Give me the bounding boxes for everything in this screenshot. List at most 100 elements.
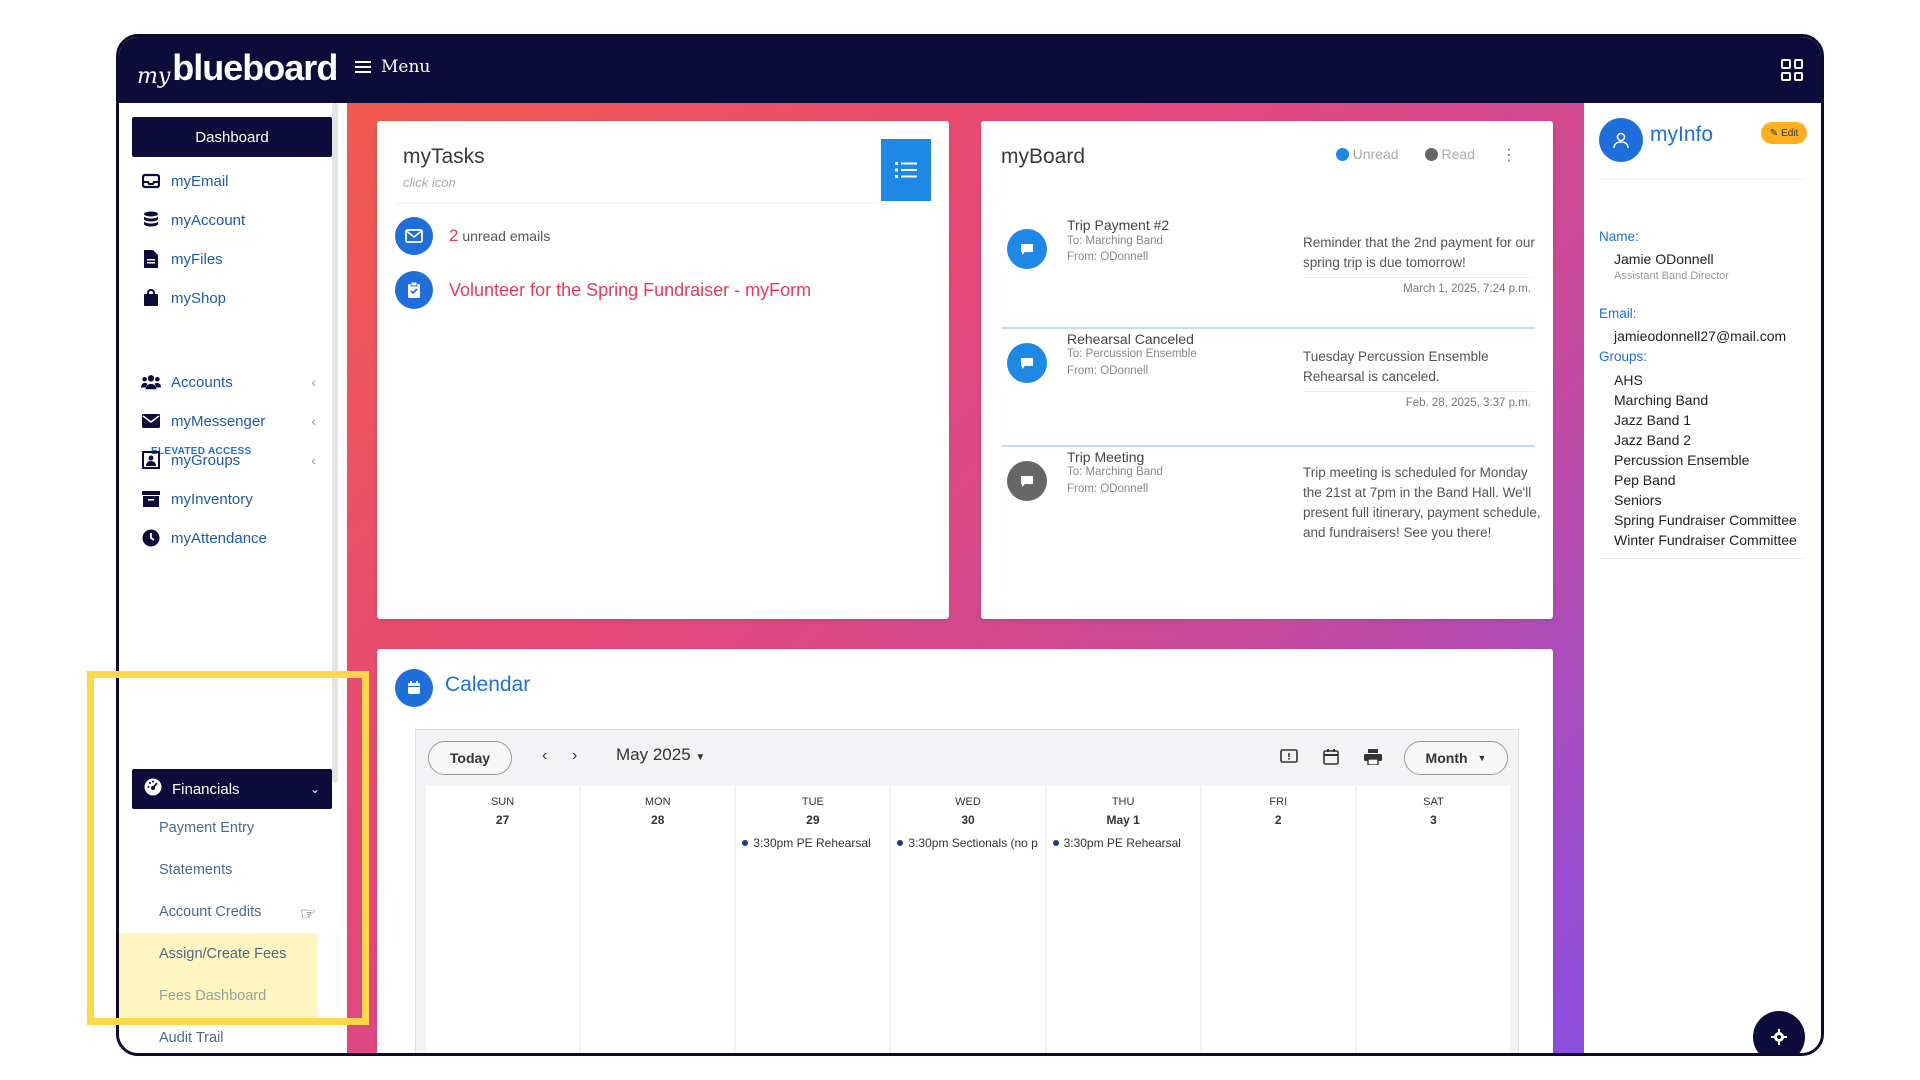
month-selector[interactable]: May 2025 ▼ [616, 745, 705, 765]
calendar-day[interactable]: FRI 2 [1201, 786, 1355, 1053]
sidebar-item-myaccount[interactable]: myAccount [141, 210, 326, 230]
more-options-icon[interactable]: ⋮ [1501, 145, 1517, 165]
menu-button[interactable]: Menu [355, 57, 430, 77]
group-item: Jazz Band 1 [1614, 412, 1692, 428]
calendar-day[interactable]: TUE 29 3:30pm PE Rehearsal [736, 786, 890, 1053]
calendar-event[interactable]: 3:30pm PE Rehearsal [1052, 836, 1195, 850]
legend-unread-label: Unread [1352, 146, 1399, 162]
settings-gear-icon[interactable] [1753, 1011, 1805, 1053]
message-to: To: Marching Band [1067, 235, 1163, 247]
sidebar-item-mygroups[interactable]: myGroups ‹ [141, 450, 326, 470]
calendar-day[interactable]: SAT 3 [1356, 786, 1510, 1053]
calendar-day[interactable]: THU May 1 3:30pm PE Rehearsal [1046, 786, 1200, 1053]
archive-icon [141, 489, 161, 509]
message-to: To: Percussion Ensemble [1067, 348, 1197, 360]
calendar-date-icon[interactable] [1320, 746, 1342, 768]
day-number: 30 [961, 813, 975, 827]
sidebar-scrollbar[interactable] [332, 103, 338, 783]
event-dot [897, 840, 904, 846]
envelope-icon [141, 411, 161, 431]
sidebar-item-myinventory[interactable]: myInventory [141, 489, 326, 509]
tasks-card: myTasks click icon 2 unread emails Volun… [377, 121, 949, 619]
day-of-week: MON [644, 796, 671, 808]
sidebar-item-financials[interactable]: Financials ⌄ [132, 769, 332, 809]
print-icon[interactable] [1362, 746, 1384, 768]
calendar-event[interactable]: 3:30pm Sectionals (no p [897, 836, 1039, 850]
task-form-link[interactable]: Volunteer for the Spring Fundraiser - my… [395, 271, 811, 309]
month-label: May 2025 [616, 745, 691, 764]
next-month-icon[interactable]: › [572, 747, 577, 765]
sidebar-subitem-statements[interactable]: Statements [159, 862, 232, 878]
event-dot [742, 840, 749, 846]
view-label: Month [1425, 750, 1468, 766]
feedback-icon[interactable] [1278, 746, 1300, 768]
task-unread-emails[interactable]: 2 unread emails [395, 217, 550, 255]
tasks-divider [397, 203, 879, 204]
group-item: Seniors [1614, 492, 1662, 508]
sidebar-item-myfiles[interactable]: myFiles [141, 249, 326, 269]
calendar-day[interactable]: WED 30 3:30pm Sectionals (no p [891, 786, 1045, 1053]
today-button[interactable]: Today [428, 741, 512, 775]
sidebar-subitem-audit-trail[interactable]: Audit Trail [159, 1030, 223, 1046]
view-selector[interactable]: Month ▼ [1404, 741, 1508, 775]
user-avatar-icon [1599, 118, 1643, 162]
day-of-week: THU [1111, 796, 1135, 808]
calendar-widget: Today ‹ › May 2025 ▼ Month ▼ SUN 27 MON 28 … [415, 729, 1519, 1053]
logo[interactable]: my blueboard [137, 47, 338, 89]
groups-list: AHS Marching Band Jazz Band 1 Jazz Band … [1614, 370, 1797, 550]
pencil-icon: ✎ [1769, 127, 1779, 139]
main-content: myTasks click icon 2 unread emails Volun… [347, 103, 1584, 1053]
calendar-day[interactable]: MON 28 [581, 786, 735, 1053]
unread-count: 2 [449, 226, 459, 245]
sidebar-item-label: myGroups [171, 451, 241, 469]
message-from: From: ODonnell [1067, 251, 1149, 263]
board-message[interactable]: Trip Meeting To: Marching Band From: ODo… [1001, 449, 1541, 609]
chat-bubble-icon [1007, 343, 1047, 383]
top-bar: my blueboard Menu [119, 37, 1821, 103]
group-item: Marching Band [1614, 392, 1709, 408]
event-label: 3:30pm Sectionals (no p [908, 836, 1038, 850]
user-email: jamieodonnell27@mail.com [1614, 328, 1787, 344]
sidebar-item-label: myShop [171, 289, 227, 307]
legend-read-label: Read [1441, 146, 1475, 162]
group-item: Jazz Band 2 [1614, 432, 1692, 448]
task-list-button[interactable] [881, 139, 931, 201]
calendar-day[interactable]: SUN 27 [426, 786, 580, 1053]
group-icon [141, 450, 161, 470]
sidebar-item-dashboard[interactable]: Dashboard [132, 117, 332, 157]
board-message[interactable]: Trip Payment #2 To: Marching Band From: … [1001, 213, 1535, 329]
sidebar-item-myemail[interactable]: myEmail [141, 171, 326, 191]
sidebar-item-mymessenger[interactable]: myMessenger ‹ [141, 411, 326, 431]
day-number: 29 [806, 813, 820, 827]
unread-label: unread emails [462, 228, 551, 244]
chevron-left-icon: ‹ [311, 452, 316, 468]
day-of-week: TUE [801, 796, 824, 808]
sidebar-item-label: myAttendance [171, 529, 267, 547]
apps-grid-icon[interactable] [1781, 59, 1803, 81]
sidebar-subitem-account-credits[interactable]: Account Credits [159, 904, 261, 920]
groups-label: Groups: [1599, 349, 1648, 364]
board-message[interactable]: Rehearsal Canceled To: Percussion Ensemb… [1001, 331, 1535, 447]
form-link-text[interactable]: Volunteer for the Spring Fundraiser - my… [449, 280, 811, 301]
calendar-title: Calendar [445, 673, 531, 696]
user-name: Jamie ODonnell [1614, 251, 1714, 267]
event-label: 3:30pm PE Rehearsal [753, 836, 871, 850]
list-icon [895, 162, 917, 178]
sidebar-item-accounts[interactable]: Accounts ‹ [141, 372, 326, 392]
group-item: Winter Fundraiser Committee [1614, 532, 1797, 548]
chat-bubble-icon [1007, 229, 1047, 269]
prev-month-icon[interactable]: ‹ [542, 747, 547, 765]
sidebar-item-myshop[interactable]: myShop [141, 288, 326, 308]
sidebar-subitem-assign-create-fees[interactable]: Assign/Create Fees [159, 946, 286, 962]
edit-button[interactable]: ✎ Edit [1761, 122, 1807, 144]
board-card: myBoard Unread Read ⋮ Trip Payment #2 To… [981, 121, 1553, 619]
calendar-event[interactable]: 3:30pm PE Rehearsal [742, 836, 884, 850]
sidebar-item-label: Financials [172, 780, 240, 798]
board-title: myBoard [1001, 145, 1086, 168]
sidebar-item-myattendance[interactable]: myAttendance [141, 528, 326, 548]
users-icon [141, 372, 161, 392]
app-window: my blueboard Menu Dashboard myEmail myAc… [116, 34, 1824, 1056]
message-separator [1303, 277, 1535, 278]
sidebar-subitem-payment-entry[interactable]: Payment Entry [159, 820, 254, 836]
sidebar-subitem-fees-dashboard[interactable]: Fees Dashboard [159, 988, 266, 1004]
